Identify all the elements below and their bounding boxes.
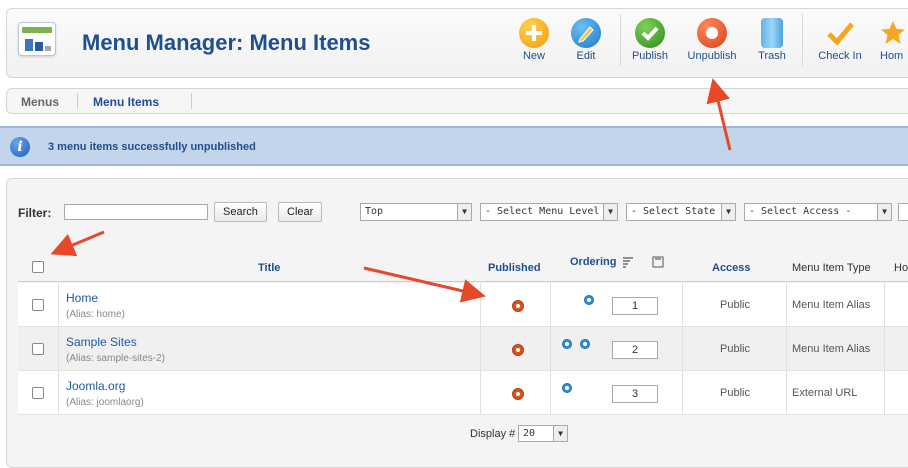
order-input[interactable]: 1 bbox=[612, 297, 658, 315]
move-down-icon[interactable] bbox=[580, 339, 590, 349]
filter-label: Filter: bbox=[18, 206, 52, 220]
search-button[interactable]: Search bbox=[214, 202, 267, 222]
new-button[interactable]: New bbox=[504, 18, 564, 68]
plus-icon bbox=[519, 18, 549, 48]
home-button[interactable]: Hom bbox=[868, 18, 908, 68]
published-column-header[interactable]: Published bbox=[488, 262, 541, 274]
access-column-header[interactable]: Access bbox=[712, 262, 751, 274]
menu-manager-icon bbox=[18, 22, 56, 56]
move-up-icon[interactable] bbox=[562, 339, 572, 349]
item-title-link[interactable]: Sample Sites bbox=[66, 335, 137, 349]
unpublished-status-icon[interactable] bbox=[512, 300, 524, 312]
system-message: i 3 menu items successfully unpublished bbox=[0, 126, 908, 166]
row-checkbox[interactable] bbox=[32, 387, 44, 399]
access-cell: Public bbox=[720, 343, 750, 355]
sort-order-icon[interactable] bbox=[622, 256, 634, 271]
row-checkbox[interactable] bbox=[32, 299, 44, 311]
star-icon bbox=[878, 18, 908, 48]
menu-level-select[interactable]: - Select Menu Level - ▼ bbox=[480, 203, 618, 221]
checkin-button[interactable]: Check In bbox=[810, 18, 870, 68]
home-label: Hom bbox=[880, 50, 904, 62]
toolbar-divider bbox=[802, 14, 803, 66]
trash-button[interactable]: Trash bbox=[742, 18, 802, 68]
trash-label: Trash bbox=[758, 50, 786, 62]
item-title-link[interactable]: Home bbox=[66, 291, 98, 305]
unpublish-circle-icon bbox=[697, 18, 727, 48]
clear-button[interactable]: Clear bbox=[278, 202, 323, 222]
submenu-menu-items[interactable]: Menu Items bbox=[93, 95, 159, 109]
message-text: 3 menu items successfully unpublished bbox=[48, 141, 256, 153]
submenu: Menus Menu Items bbox=[6, 88, 908, 114]
trash-icon bbox=[761, 18, 783, 48]
submenu-menus[interactable]: Menus bbox=[21, 95, 59, 109]
type-cell: Menu Item Alias bbox=[792, 299, 871, 311]
info-icon: i bbox=[10, 137, 30, 157]
type-cell: Menu Item Alias bbox=[792, 343, 871, 355]
menu-select[interactable]: Top ▼ bbox=[360, 203, 472, 221]
publish-button[interactable]: Publish bbox=[620, 18, 680, 68]
item-alias: (Alias: home) bbox=[66, 309, 125, 320]
access-cell: Public bbox=[720, 299, 750, 311]
table-row: Home (Alias: home) 1 Public Menu Item Al… bbox=[18, 283, 908, 327]
item-title-link[interactable]: Joomla.org bbox=[66, 379, 125, 393]
title-column-header[interactable]: Title bbox=[258, 262, 280, 274]
checkin-label: Check In bbox=[818, 50, 862, 62]
unpublish-button[interactable]: Unpublish bbox=[682, 18, 742, 68]
display-count-select[interactable]: 20 ▼ bbox=[518, 425, 568, 442]
language-select[interactable] bbox=[898, 203, 908, 221]
item-alias: (Alias: sample-sites-2) bbox=[66, 353, 165, 364]
display-label: Display # bbox=[470, 428, 516, 440]
publish-label: Publish bbox=[631, 50, 669, 62]
move-down-icon[interactable] bbox=[584, 295, 594, 305]
table-row: Sample Sites (Alias: sample-sites-2) 2 P… bbox=[18, 327, 908, 371]
access-cell: Public bbox=[720, 387, 750, 399]
checkmark-icon bbox=[825, 18, 855, 48]
type-cell: External URL bbox=[792, 387, 858, 399]
move-up-icon[interactable] bbox=[562, 383, 572, 393]
page-title: Menu Manager: Menu Items bbox=[82, 30, 371, 55]
unpublished-status-icon[interactable] bbox=[512, 388, 524, 400]
edit-label: Edit bbox=[576, 50, 596, 62]
home-column-header[interactable]: Ho bbox=[894, 262, 908, 274]
ordering-column-header[interactable]: Ordering bbox=[570, 256, 616, 268]
edit-button[interactable]: Edit bbox=[556, 18, 616, 68]
item-alias: (Alias: joomlaorg) bbox=[66, 397, 144, 408]
table-header: Title Published Ordering Access Menu Ite… bbox=[18, 242, 908, 282]
table-row: Joomla.org (Alias: joomlaorg) 3 Public E… bbox=[18, 371, 908, 415]
unpublish-label: Unpublish bbox=[687, 50, 737, 62]
row-checkbox[interactable] bbox=[32, 343, 44, 355]
pencil-icon bbox=[571, 18, 601, 48]
order-input[interactable]: 3 bbox=[612, 385, 658, 403]
state-select[interactable]: - Select State - ▼ bbox=[626, 203, 736, 221]
unpublished-status-icon[interactable] bbox=[512, 344, 524, 356]
type-column-header[interactable]: Menu Item Type bbox=[792, 262, 871, 274]
filter-input[interactable] bbox=[64, 204, 208, 220]
check-icon bbox=[635, 18, 665, 48]
order-input[interactable]: 2 bbox=[612, 341, 658, 359]
select-all-checkbox[interactable] bbox=[32, 261, 44, 273]
save-order-icon[interactable] bbox=[652, 256, 664, 271]
access-select[interactable]: - Select Access - ▼ bbox=[744, 203, 892, 221]
new-label: New bbox=[522, 50, 545, 62]
